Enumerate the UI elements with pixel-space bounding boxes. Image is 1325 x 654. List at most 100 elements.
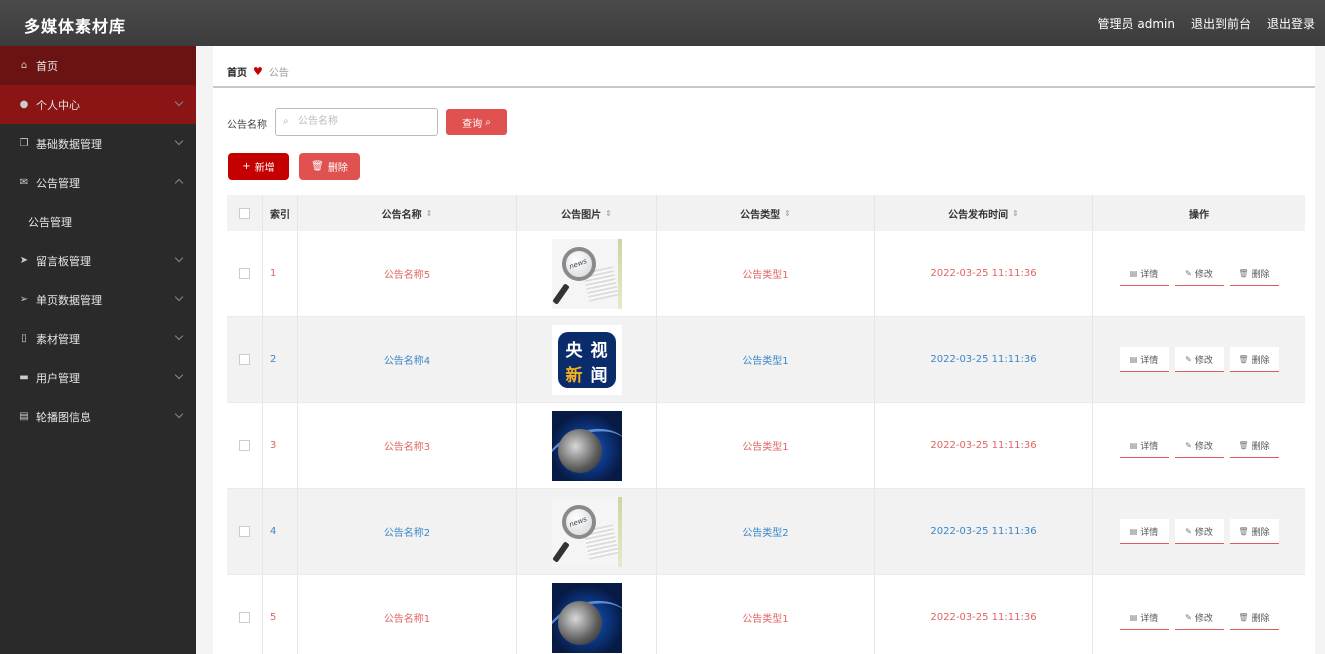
row-name: 公告名称2 (298, 489, 517, 574)
delete-button[interactable]: 🗑 删除 (1229, 347, 1279, 372)
row-checkbox[interactable] (239, 440, 250, 451)
row-index-value: 5 (270, 612, 277, 623)
row-time: 2022-03-25 11:11:36 (875, 489, 1093, 574)
add-button-label: 新增 (254, 163, 275, 174)
edit-button[interactable]: ✎ 修改 (1174, 433, 1224, 458)
exit-front-link[interactable]: 退出到前台 (1191, 15, 1251, 32)
header-type[interactable]: 公告类型 ⇕ (657, 195, 875, 231)
magnifier-lens: news (561, 504, 596, 539)
plus-icon: + (242, 161, 251, 172)
table-row[interactable]: 2 公告名称4 央视新闻公告类型1 2022-03-25 11:11:36 ▤ 详情 ✎ 修改… (227, 317, 1305, 403)
row-checkbox[interactable] (239, 526, 250, 537)
delete-button[interactable]: 🗑 删除 (1229, 519, 1279, 544)
breadcrumb: 首页 ♥ 公告 (227, 64, 289, 79)
notice-image[interactable]: news (551, 496, 622, 567)
edit-label: 修改 (1194, 441, 1213, 452)
header-name[interactable]: 公告名称 ⇕ (298, 195, 517, 231)
sidebar-item-carousel-info[interactable]: ▤ 轮播图信息 (0, 397, 196, 436)
search-input[interactable]: ⌕ 公告名称 (275, 108, 438, 136)
sort-icon[interactable]: ⇕ (605, 209, 612, 218)
delete-button[interactable]: 🗑 删除 (1229, 433, 1279, 458)
trash-icon: 🗑 (311, 161, 324, 172)
row-select-cell (227, 317, 263, 402)
trash-icon: 🗑 (1238, 268, 1249, 278)
notice-image[interactable] (551, 410, 622, 481)
heart-icon: ♥ (253, 65, 263, 78)
trash-icon: 🗑 (1238, 526, 1249, 536)
sidebar-item-single-page-data[interactable]: ➢ 单页数据管理 (0, 280, 196, 319)
edit-button[interactable]: ✎ 修改 (1174, 347, 1224, 372)
divider (213, 86, 1315, 88)
notice-image[interactable]: news (551, 238, 622, 309)
row-type-value: 公告类型1 (742, 442, 789, 453)
detail-button[interactable]: ▤ 详情 (1119, 433, 1169, 458)
row-checkbox[interactable] (239, 354, 250, 365)
row-ops: ▤ 详情 ✎ 修改 🗑 删除 (1093, 489, 1305, 574)
query-button[interactable]: 查询 ⌕ (446, 109, 507, 135)
pencil-icon: ✎ (1185, 440, 1192, 450)
logout-link[interactable]: 退出登录 (1267, 15, 1315, 32)
select-all-checkbox[interactable] (239, 207, 250, 219)
sort-icon[interactable]: ⇕ (1012, 209, 1019, 218)
logo-char: 闻 (590, 365, 608, 386)
header-name-label: 公告名称 (381, 209, 422, 221)
sort-icon[interactable]: ⇕ (426, 209, 433, 218)
table-row[interactable]: 1 公告名称5 news 公告类型1 2022-03-25 11:11:36 ▤ 详情 ✎ 修改… (227, 231, 1305, 317)
detail-label: 详情 (1140, 527, 1159, 538)
detail-button[interactable]: ▤ 详情 (1119, 605, 1169, 630)
edit-button[interactable]: ✎ 修改 (1174, 261, 1224, 286)
sidebar-item-label: 公告管理 (36, 176, 80, 190)
breadcrumb-home[interactable]: 首页 (227, 64, 247, 79)
detail-button[interactable]: ▤ 详情 (1119, 347, 1169, 372)
header-image[interactable]: 公告图片 ⇕ (517, 195, 657, 231)
sidebar-item-message-board[interactable]: ➤ 留言板管理 (0, 241, 196, 280)
mic-icon: ▯ (21, 333, 27, 344)
row-select-cell (227, 403, 263, 488)
detail-button[interactable]: ▤ 详情 (1119, 261, 1169, 286)
delete-label: 删除 (1251, 269, 1270, 280)
sidebar-item-personal-center[interactable]: ● 个人中心 (0, 85, 196, 124)
document-icon: ▤ (1129, 268, 1138, 278)
detail-label: 详情 (1140, 269, 1159, 280)
magnifier-lens: news (561, 246, 596, 281)
notice-image[interactable] (551, 582, 622, 653)
table-row[interactable]: 3 公告名称3 公告类型1 2022-03-25 11:11:36 ▤ 详情 ✎ 修改 🗑 删除 (227, 403, 1305, 489)
row-index-value: 1 (270, 268, 277, 279)
edit-button[interactable]: ✎ 修改 (1174, 605, 1224, 630)
notice-image[interactable]: 央视新闻 (551, 324, 622, 395)
batch-delete-button[interactable]: 🗑 删除 (299, 153, 360, 180)
row-time: 2022-03-25 11:11:36 (875, 575, 1093, 654)
delete-button[interactable]: 🗑 删除 (1229, 605, 1279, 630)
table-row[interactable]: 5 公告名称1 公告类型1 2022-03-25 11:11:36 ▤ 详情 ✎ 修改 🗑 删除 (227, 575, 1305, 654)
sidebar-item-basic-data[interactable]: ❐ 基础数据管理 (0, 124, 196, 163)
header-time[interactable]: 公告发布时间 ⇕ (875, 195, 1093, 231)
row-checkbox[interactable] (239, 268, 250, 279)
sidebar-subitem-notice-management[interactable]: 公告管理 (0, 202, 196, 241)
chevron-down-icon (174, 292, 184, 302)
row-name-value: 公告名称4 (383, 356, 431, 367)
trash-icon: 🗑 (1238, 612, 1249, 622)
edit-button[interactable]: ✎ 修改 (1174, 519, 1224, 544)
row-type: 公告类型1 (657, 575, 875, 654)
row-time-value: 2022-03-25 11:11:36 (930, 526, 1037, 537)
notice-table: 索引 公告名称 ⇕ 公告图片 ⇕ 公告类型 ⇕ 公告发布时间 ⇕ 操作 1 公告名称5 ne… (227, 195, 1305, 654)
sidebar-item-user-management[interactable]: ▬ 用户管理 (0, 358, 196, 397)
clipboard-icon: ▤ (19, 411, 29, 422)
sort-icon[interactable]: ⇕ (784, 209, 791, 218)
table-row[interactable]: 4 公告名称2 news 公告类型2 2022-03-25 11:11:36 ▤ 详情 ✎ 修改… (227, 489, 1305, 575)
sidebar-item-home[interactable]: ⌂ 首页 (0, 46, 196, 85)
header-time-label: 公告发布时间 (948, 209, 1009, 221)
news-text: news (567, 514, 588, 529)
row-checkbox[interactable] (239, 612, 250, 623)
delete-button[interactable]: 🗑 删除 (1229, 261, 1279, 286)
detail-label: 详情 (1140, 441, 1159, 452)
sidebar-item-notice-management[interactable]: ✉ 公告管理 (0, 163, 196, 202)
chevron-down-icon (174, 409, 184, 419)
table-body: 1 公告名称5 news 公告类型1 2022-03-25 11:11:36 ▤ 详情 ✎ 修改… (227, 231, 1305, 654)
top-bar: 多媒体素材库 管理员 admin 退出到前台 退出登录 (0, 0, 1325, 46)
sidebar-item-material-management[interactable]: ▯ 素材管理 (0, 319, 196, 358)
select-all-cell (227, 195, 263, 231)
detail-button[interactable]: ▤ 详情 (1119, 519, 1169, 544)
add-button[interactable]: + 新增 (228, 153, 289, 180)
row-index-value: 4 (270, 526, 277, 537)
